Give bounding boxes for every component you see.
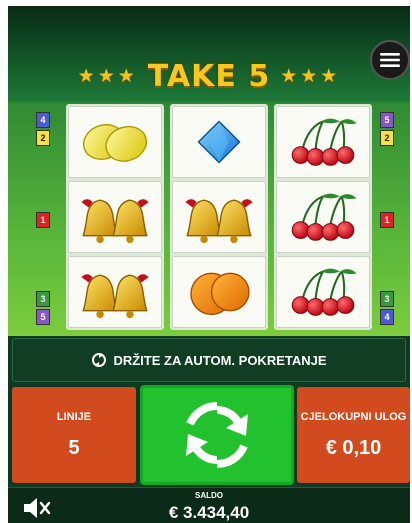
reel-1 (66, 104, 164, 330)
reel-2 (170, 104, 268, 330)
reel-3-row-3 (276, 256, 370, 328)
lines-label: LINIJE (56, 410, 92, 423)
spin-button[interactable] (140, 385, 294, 485)
reel-3 (274, 104, 372, 330)
line-marker-right-3: 3 (380, 291, 394, 307)
diamond-icon (181, 114, 257, 170)
reel-2-row-1 (172, 106, 266, 178)
total-bet-value: € 0,10 (325, 436, 382, 459)
reel-2-row-3 (172, 256, 266, 328)
line-marker-right-1: 1 (380, 212, 394, 228)
reel-1-row-3 (68, 256, 162, 328)
reel-3-row-2 (276, 181, 370, 253)
bottom-bar: SALDO € 3.434,40 (8, 487, 410, 523)
reel-1-row-2 (68, 181, 162, 253)
orange-icon (181, 264, 257, 320)
lines-selector[interactable]: LINIJE 5 (12, 387, 136, 483)
line-marker-left-2: 2 (36, 130, 50, 146)
stars-left-icon: ★★★ (77, 65, 138, 87)
total-bet-label: CJELOKUPNI ULOG (300, 410, 407, 423)
bell-icon (77, 264, 153, 320)
line-marker-right-5: 5 (380, 112, 394, 128)
stars-right-icon: ★★★ (280, 65, 341, 87)
cherry-icon (285, 114, 361, 170)
line-marker-left-4: 4 (36, 112, 50, 128)
lemon-icon (77, 114, 153, 170)
bell-icon (77, 189, 153, 245)
total-bet-selector[interactable]: CJELOKUPNI ULOG € 0,10 (297, 387, 410, 483)
menu-button[interactable] (370, 40, 410, 80)
reel-2-row-2 (172, 181, 266, 253)
reel-1-row-1 (68, 106, 162, 178)
game-logo: ★★★ TAKE 5 ★★★ (8, 58, 410, 94)
balance-label: SALDO (195, 491, 223, 500)
slot-game-window: ★★★ TAKE 5 ★★★ 4 2 1 3 5 5 2 1 3 4 DRŽIT… (8, 6, 410, 523)
reels-area: 4 2 1 3 5 5 2 1 3 4 (8, 102, 410, 336)
line-marker-right-2: 2 (380, 130, 394, 146)
balance-value: € 3.434,40 (168, 503, 250, 522)
lines-value: 5 (68, 436, 80, 459)
autoplay-label: DRŽITE ZA AUTOM. POKRETANJE (113, 352, 327, 368)
line-marker-left-5: 5 (36, 309, 50, 325)
cherry-icon (285, 189, 361, 245)
bell-icon (181, 189, 257, 245)
cherry-icon (285, 264, 361, 320)
line-marker-right-4: 4 (380, 309, 394, 325)
game-header: ★★★ TAKE 5 ★★★ (8, 6, 410, 102)
spin-arrows-icon (186, 401, 248, 469)
reel-3-row-1 (276, 106, 370, 178)
autoplay-icon (92, 353, 107, 367)
line-marker-left-1: 1 (36, 212, 50, 228)
game-title: TAKE 5 (147, 58, 271, 94)
autoplay-button[interactable]: DRŽITE ZA AUTOM. POKRETANJE (12, 338, 406, 382)
hamburger-menu-icon (380, 53, 400, 67)
line-marker-left-3: 3 (36, 291, 50, 307)
